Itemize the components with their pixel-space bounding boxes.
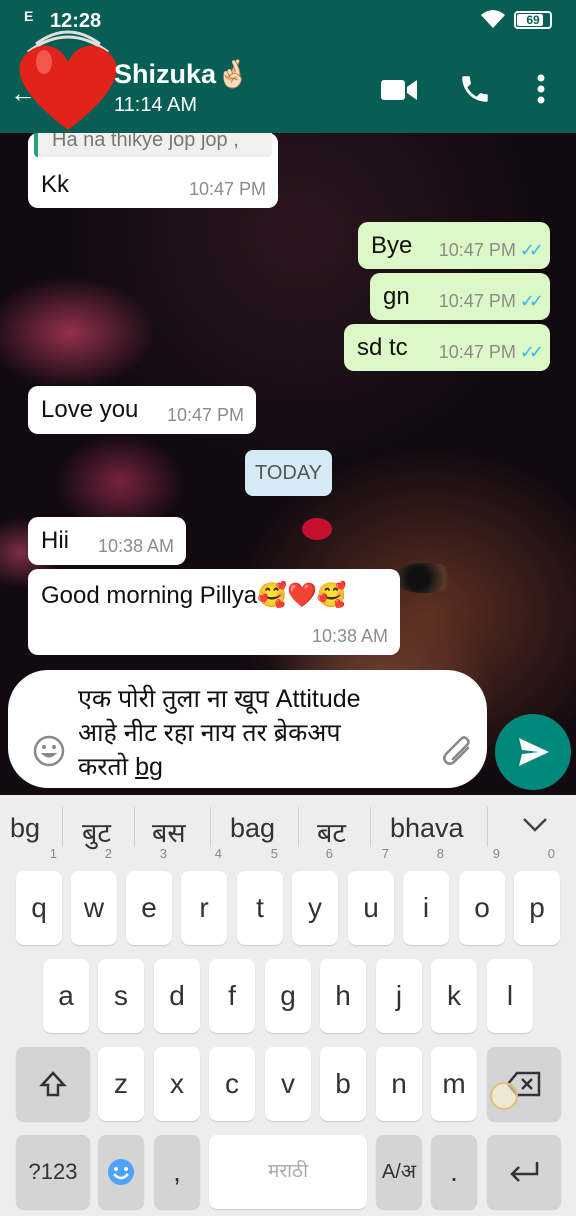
key-i[interactable]: i8	[403, 847, 449, 945]
message-input-line: एक पोरी तुला ना खूप Attitude	[78, 685, 361, 713]
more-options-icon[interactable]	[536, 74, 546, 104]
key-f[interactable]: f	[209, 959, 255, 1033]
message-bubble[interactable]: sd tc 10:47 PM ✓✓	[344, 324, 550, 371]
message-time: 10:47 PM ✓✓	[438, 291, 544, 311]
key-s[interactable]: s	[98, 959, 144, 1033]
voice-call-icon[interactable]	[458, 72, 492, 106]
key-h[interactable]: h	[320, 959, 366, 1033]
attachment-icon[interactable]	[440, 734, 476, 770]
space-language-label: मराठी	[267, 1161, 308, 1182]
message-input-line: आहे नीट रहा नाय तर ब्रेकअप	[78, 719, 341, 747]
key-y[interactable]: y6	[292, 847, 338, 945]
message-text: Kk	[41, 171, 70, 198]
message-time: 10:47 PM ✓✓	[438, 342, 544, 362]
message-time: 10:38 AM	[311, 626, 388, 646]
symbols-key[interactable]: ?123	[16, 1135, 90, 1209]
message-input-line: करतो bg	[78, 753, 163, 781]
key-c[interactable]: c	[209, 1047, 255, 1121]
key-a[interactable]: a	[43, 959, 89, 1033]
message-time: 10:47 PM ✓✓	[438, 240, 544, 260]
suggestion-item[interactable]: bg	[10, 813, 40, 844]
emoji-icon[interactable]	[32, 734, 66, 768]
read-ticks-icon: ✓✓	[519, 291, 544, 311]
key-k[interactable]: k	[431, 959, 477, 1033]
key-x[interactable]: x	[154, 1047, 200, 1121]
message-bubble[interactable]: Ha na thikye jop jop , Kk 10:47 PM	[28, 133, 278, 208]
send-icon	[519, 738, 549, 766]
suggestion-item[interactable]: बट	[317, 813, 346, 850]
battery-indicator: 69	[514, 11, 552, 29]
suggestion-item[interactable]: बुट	[82, 813, 111, 850]
comma-key[interactable]: ,	[154, 1135, 200, 1209]
message-bubble[interactable]: Good morning Pillya🥰❤️🥰 10:38 AM	[28, 569, 400, 655]
key-v[interactable]: v	[265, 1047, 311, 1121]
chat-header: ← Shizuka🤞🏻 11:14 AM	[0, 30, 576, 133]
wifi-icon	[481, 10, 505, 28]
date-divider: TODAY	[245, 450, 332, 496]
message-text: gn	[383, 283, 410, 310]
key-z[interactable]: z	[98, 1047, 144, 1121]
key-j[interactable]: j	[376, 959, 422, 1033]
message-text: Bye	[371, 232, 413, 259]
key-r[interactable]: r4	[181, 847, 227, 945]
shift-icon	[39, 1071, 67, 1097]
message-time: 10:47 PM	[188, 179, 266, 199]
message-text: sd tc	[357, 334, 408, 361]
enter-key[interactable]	[487, 1135, 561, 1209]
period-key[interactable]: .	[431, 1135, 477, 1209]
key-m[interactable]: m	[431, 1047, 477, 1121]
wallpaper-bindi	[302, 518, 332, 540]
language-toggle-key[interactable]: A/अ	[376, 1135, 422, 1209]
key-g[interactable]: g	[265, 959, 311, 1033]
key-d[interactable]: d	[154, 959, 200, 1033]
key-q[interactable]: q1	[16, 847, 62, 945]
key-w[interactable]: w2	[71, 847, 117, 945]
chevron-down-icon[interactable]	[522, 817, 548, 833]
key-t[interactable]: t5	[237, 847, 283, 945]
message-composer[interactable]: एक पोरी तुला ना खूप Attitude आहे नीट रहा…	[8, 670, 487, 788]
emoji-key[interactable]	[98, 1135, 144, 1209]
suggestion-strip: bg बुट बस bag बट bhava	[0, 795, 576, 859]
message-bubble[interactable]: Love you 10:47 PM	[28, 386, 256, 434]
key-n[interactable]: n	[376, 1047, 422, 1121]
message-time: 10:47 PM	[166, 405, 244, 425]
message-bubble[interactable]: gn 10:47 PM ✓✓	[370, 273, 550, 320]
quoted-message: Ha na thikye jop jop ,	[34, 133, 272, 157]
key-p[interactable]: p0	[514, 847, 560, 945]
video-call-icon[interactable]	[381, 78, 417, 102]
emoji-icon	[108, 1159, 134, 1185]
key-o[interactable]: o9	[459, 847, 505, 945]
message-text: Love you	[41, 396, 139, 423]
key-u[interactable]: u7	[348, 847, 394, 945]
touch-indicator	[490, 1082, 518, 1110]
composing-word: bg	[135, 753, 163, 781]
last-seen: 11:14 AM	[114, 94, 198, 116]
send-button[interactable]	[495, 714, 571, 790]
soft-keyboard[interactable]: bg बुट बस bag बट bhava q1 w2 e3 r4 t5 y6…	[0, 795, 576, 1216]
message-text: Hii	[41, 527, 69, 554]
heart-icon[interactable]	[8, 22, 128, 142]
battery-level: 69	[526, 13, 540, 27]
message-bubble[interactable]: Hii 10:38 AM	[28, 517, 186, 565]
shift-key[interactable]	[16, 1047, 90, 1121]
suggestion-item[interactable]: bhava	[390, 813, 464, 844]
suggestion-item[interactable]: बस	[152, 813, 186, 850]
key-b[interactable]: b	[320, 1047, 366, 1121]
message-bubble[interactable]: Bye 10:47 PM ✓✓	[358, 222, 550, 269]
key-e[interactable]: e3	[126, 847, 172, 945]
key-l[interactable]: l	[487, 959, 533, 1033]
message-text: Good morning Pillya🥰❤️🥰	[41, 582, 347, 609]
enter-icon	[510, 1162, 539, 1182]
message-input[interactable]: एक पोरी तुला ना खूप Attitude आहे नीट रहा…	[78, 682, 361, 784]
read-ticks-icon: ✓✓	[519, 240, 544, 260]
wallpaper-eye	[390, 563, 460, 593]
space-bar[interactable]: मराठी	[209, 1135, 367, 1209]
contact-name[interactable]: Shizuka🤞🏻	[114, 58, 250, 90]
read-ticks-icon: ✓✓	[519, 342, 544, 362]
message-time: 10:38 AM	[97, 536, 174, 556]
suggestion-item[interactable]: bag	[230, 813, 275, 844]
